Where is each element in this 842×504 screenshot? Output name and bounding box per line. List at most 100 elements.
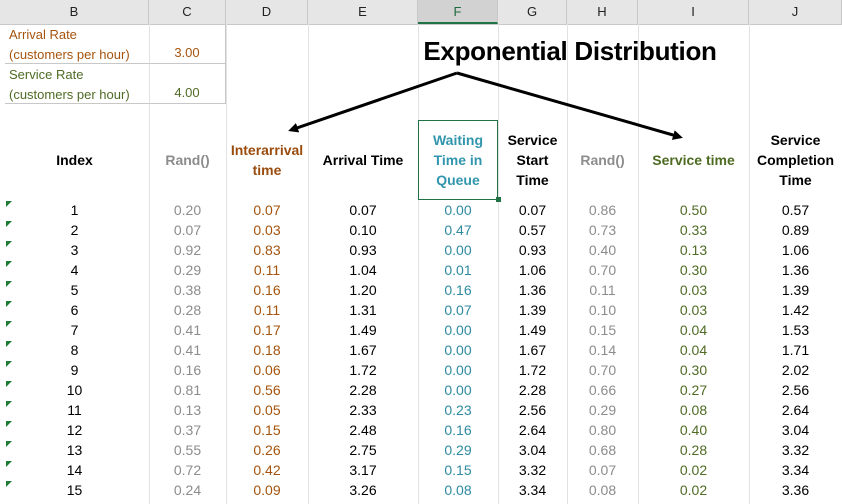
cell-service-completion[interactable]: 1.06	[749, 240, 842, 260]
cell-service-completion[interactable]: 2.56	[749, 380, 842, 400]
cell-rand-service[interactable]: 0.68	[567, 440, 638, 460]
cell-waiting-time[interactable]: 0.00	[418, 200, 498, 220]
cell-service-start[interactable]: 0.93	[498, 240, 567, 260]
cell-rand-arrival[interactable]: 0.41	[149, 340, 226, 360]
cell-rand-service[interactable]: 0.70	[567, 260, 638, 280]
cell-rand-service[interactable]: 0.29	[567, 400, 638, 420]
cell-rand-arrival[interactable]: 0.38	[149, 280, 226, 300]
cell-arrival-time[interactable]: 2.33	[308, 400, 418, 420]
cell-arrival-time[interactable]: 1.20	[308, 280, 418, 300]
cell-arrival-time[interactable]: 0.07	[308, 200, 418, 220]
cell-rand-arrival[interactable]: 0.29	[149, 260, 226, 280]
cell-interarrival[interactable]: 0.26	[226, 440, 308, 460]
cell-service-start[interactable]: 3.04	[498, 440, 567, 460]
cell-service-completion[interactable]: 2.02	[749, 360, 842, 380]
cell-rand-service[interactable]: 0.07	[567, 460, 638, 480]
header-service-completion[interactable]: Service Completion Time	[749, 120, 842, 200]
cell-rand-arrival[interactable]: 0.92	[149, 240, 226, 260]
cell-waiting-time[interactable]: 0.00	[418, 340, 498, 360]
cell-waiting-time[interactable]: 0.00	[418, 380, 498, 400]
cell-interarrival[interactable]: 0.16	[226, 280, 308, 300]
cell-arrival-time[interactable]: 1.04	[308, 260, 418, 280]
cell-index[interactable]: 1	[0, 200, 149, 220]
header-index[interactable]: Index	[0, 120, 149, 200]
cell-waiting-time[interactable]: 0.16	[418, 280, 498, 300]
cell-rand-arrival[interactable]: 0.81	[149, 380, 226, 400]
header-rand-arrival[interactable]: Rand()	[149, 120, 226, 200]
cell-service-start[interactable]: 1.39	[498, 300, 567, 320]
cell-service-start[interactable]: 2.28	[498, 380, 567, 400]
cell-waiting-time[interactable]: 0.00	[418, 240, 498, 260]
cell-rand-arrival[interactable]: 0.37	[149, 420, 226, 440]
cell-index[interactable]: 14	[0, 460, 149, 480]
cell-rand-arrival[interactable]: 0.24	[149, 480, 226, 500]
cell-service-time[interactable]: 0.30	[638, 260, 749, 280]
cell-index[interactable]: 12	[0, 420, 149, 440]
cell-interarrival[interactable]: 0.07	[226, 200, 308, 220]
cell-arrival-time[interactable]: 1.49	[308, 320, 418, 340]
cell-service-start[interactable]: 1.67	[498, 340, 567, 360]
cell-service-time[interactable]: 0.08	[638, 400, 749, 420]
cell-service-start[interactable]: 3.32	[498, 460, 567, 480]
cell-arrival-time[interactable]: 3.26	[308, 480, 418, 500]
cell-rand-arrival[interactable]: 0.13	[149, 400, 226, 420]
cell-service-time[interactable]: 0.33	[638, 220, 749, 240]
column-header-g[interactable]: G	[498, 0, 567, 24]
cell-index[interactable]: 6	[0, 300, 149, 320]
cell-service-completion[interactable]: 3.36	[749, 480, 842, 500]
cell-service-time[interactable]: 0.04	[638, 340, 749, 360]
cell-service-start[interactable]: 1.49	[498, 320, 567, 340]
cell-rand-arrival[interactable]: 0.16	[149, 360, 226, 380]
header-service-start[interactable]: Service Start Time	[498, 120, 567, 200]
arrival-rate-cell[interactable]: Arrival Rate (customers per hour) 3.00	[5, 24, 226, 64]
cell-service-completion[interactable]: 1.39	[749, 280, 842, 300]
column-header-b[interactable]: B	[0, 0, 149, 24]
cell-arrival-time[interactable]: 2.75	[308, 440, 418, 460]
cell-rand-arrival[interactable]: 0.07	[149, 220, 226, 240]
cell-service-completion[interactable]: 0.89	[749, 220, 842, 240]
cell-interarrival[interactable]: 0.15	[226, 420, 308, 440]
cell-rand-service[interactable]: 0.86	[567, 200, 638, 220]
cell-arrival-time[interactable]: 3.17	[308, 460, 418, 480]
cell-waiting-time[interactable]: 0.01	[418, 260, 498, 280]
service-rate-cell[interactable]: Service Rate (customers per hour) 4.00	[5, 64, 226, 104]
cell-index[interactable]: 4	[0, 260, 149, 280]
cell-index[interactable]: 7	[0, 320, 149, 340]
cell-interarrival[interactable]: 0.03	[226, 220, 308, 240]
cell-arrival-time[interactable]: 0.10	[308, 220, 418, 240]
cell-index[interactable]: 11	[0, 400, 149, 420]
cell-service-time[interactable]: 0.50	[638, 200, 749, 220]
cell-interarrival[interactable]: 0.11	[226, 260, 308, 280]
cell-rand-service[interactable]: 0.80	[567, 420, 638, 440]
cell-service-time[interactable]: 0.03	[638, 300, 749, 320]
cell-waiting-time[interactable]: 0.47	[418, 220, 498, 240]
cell-waiting-time[interactable]: 0.00	[418, 320, 498, 340]
cell-service-time[interactable]: 0.27	[638, 380, 749, 400]
cell-service-time[interactable]: 0.03	[638, 280, 749, 300]
cell-rand-arrival[interactable]: 0.72	[149, 460, 226, 480]
cell-rand-service[interactable]: 0.14	[567, 340, 638, 360]
cell-rand-service[interactable]: 0.15	[567, 320, 638, 340]
header-rand-service[interactable]: Rand()	[567, 120, 638, 200]
column-header-i[interactable]: I	[638, 0, 749, 24]
cell-service-completion[interactable]: 3.34	[749, 460, 842, 480]
cell-index[interactable]: 8	[0, 340, 149, 360]
cell-interarrival[interactable]: 0.18	[226, 340, 308, 360]
cell-service-start[interactable]: 0.07	[498, 200, 567, 220]
cell-waiting-time[interactable]: 0.29	[418, 440, 498, 460]
cell-waiting-time[interactable]: 0.15	[418, 460, 498, 480]
cell-waiting-time[interactable]: 0.16	[418, 420, 498, 440]
cell-waiting-time[interactable]: 0.23	[418, 400, 498, 420]
cell-interarrival[interactable]: 0.42	[226, 460, 308, 480]
cell-service-completion[interactable]: 3.32	[749, 440, 842, 460]
cell-service-time[interactable]: 0.40	[638, 420, 749, 440]
header-waiting-time[interactable]: Waiting Time in Queue	[418, 120, 498, 200]
header-arrival-time[interactable]: Arrival Time	[308, 120, 418, 200]
column-header-h[interactable]: H	[567, 0, 638, 24]
cell-waiting-time[interactable]: 0.07	[418, 300, 498, 320]
cell-waiting-time[interactable]: 0.08	[418, 480, 498, 500]
cell-service-time[interactable]: 0.02	[638, 480, 749, 500]
cell-service-start[interactable]: 1.72	[498, 360, 567, 380]
cell-interarrival[interactable]: 0.17	[226, 320, 308, 340]
cell-rand-arrival[interactable]: 0.41	[149, 320, 226, 340]
